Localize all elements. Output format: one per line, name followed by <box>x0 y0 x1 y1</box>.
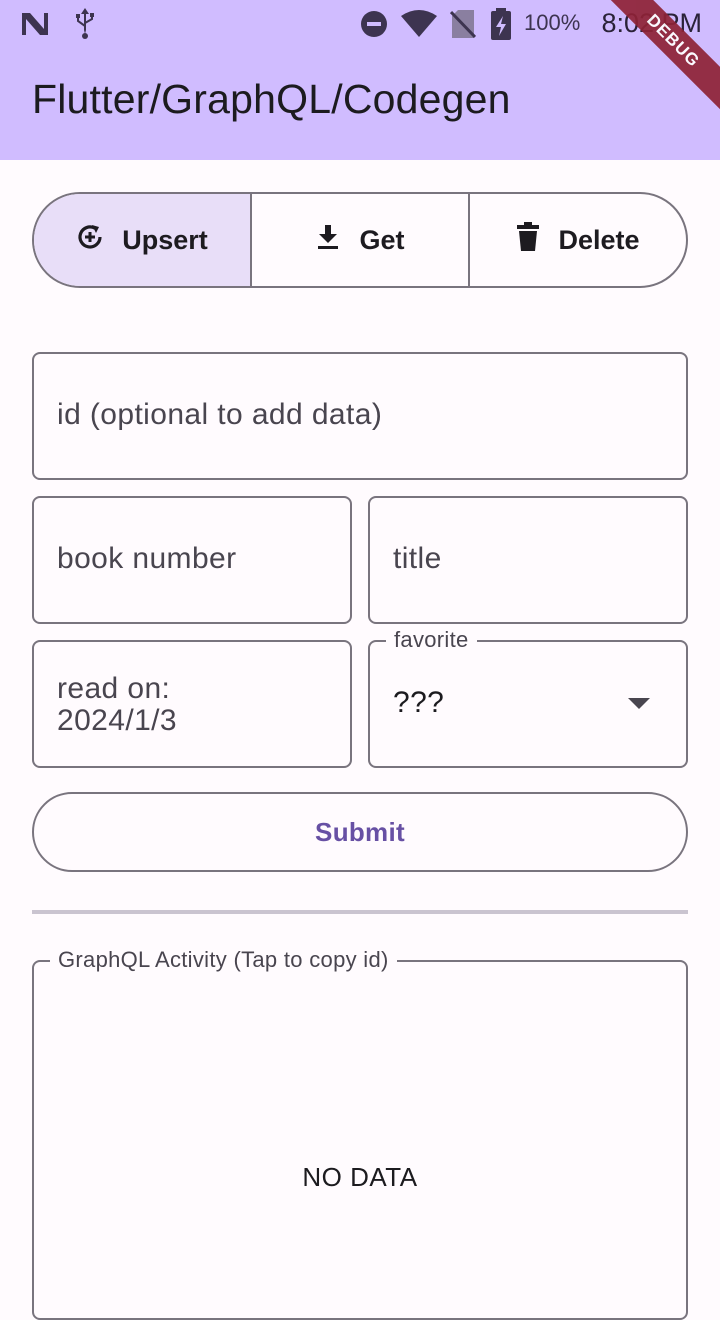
segment-delete[interactable]: Delete <box>468 194 686 286</box>
read-on-value: 2024/1/3 <box>57 704 177 737</box>
usb-icon <box>74 8 96 45</box>
segment-upsert[interactable]: Upsert <box>34 194 250 286</box>
chevron-down-icon <box>628 698 650 709</box>
graphql-activity-panel[interactable]: GraphQL Activity (Tap to copy id) NO DAT… <box>32 947 688 1320</box>
title-placeholder: title <box>393 542 442 575</box>
favorite-dropdown[interactable]: favorite ??? <box>368 627 688 768</box>
download-icon <box>315 223 341 258</box>
upsert-icon <box>76 223 104 258</box>
read-on-field[interactable]: read on: 2024/1/3 <box>32 640 352 768</box>
n-notification-icon <box>20 11 50 42</box>
title-field[interactable]: title <box>368 496 688 624</box>
app-bar: Flutter/GraphQL/Codegen <box>0 48 720 160</box>
favorite-label: favorite <box>386 627 477 653</box>
id-placeholder: id (optional to add data) <box>57 398 383 431</box>
wifi-icon <box>400 10 438 43</box>
divider <box>32 910 688 914</box>
id-field[interactable]: id (optional to add data) <box>32 352 688 480</box>
status-bar: 100% 8:02 PM <box>0 0 720 48</box>
read-on-label: read on: <box>57 672 171 705</box>
submit-button[interactable]: Submit <box>32 792 688 872</box>
book-number-placeholder: book number <box>57 542 237 575</box>
segment-delete-label: Delete <box>558 224 640 255</box>
operation-segmented-button: Upsert Get Delete <box>32 192 688 288</box>
book-number-field[interactable]: book number <box>32 496 352 624</box>
favorite-value: ??? <box>393 686 445 719</box>
battery-charging-icon <box>490 8 512 45</box>
no-sim-icon <box>449 9 477 44</box>
segment-get[interactable]: Get <box>250 194 468 286</box>
empty-state-text: NO DATA <box>302 1162 418 1192</box>
battery-percent: 100% <box>524 10 581 35</box>
segment-upsert-label: Upsert <box>122 224 208 255</box>
trash-icon <box>516 221 540 259</box>
do-not-disturb-icon <box>360 10 388 43</box>
page-title: Flutter/GraphQL/Codegen <box>32 76 511 122</box>
segment-get-label: Get <box>359 224 405 255</box>
activity-label: GraphQL Activity (Tap to copy id) <box>50 947 397 973</box>
